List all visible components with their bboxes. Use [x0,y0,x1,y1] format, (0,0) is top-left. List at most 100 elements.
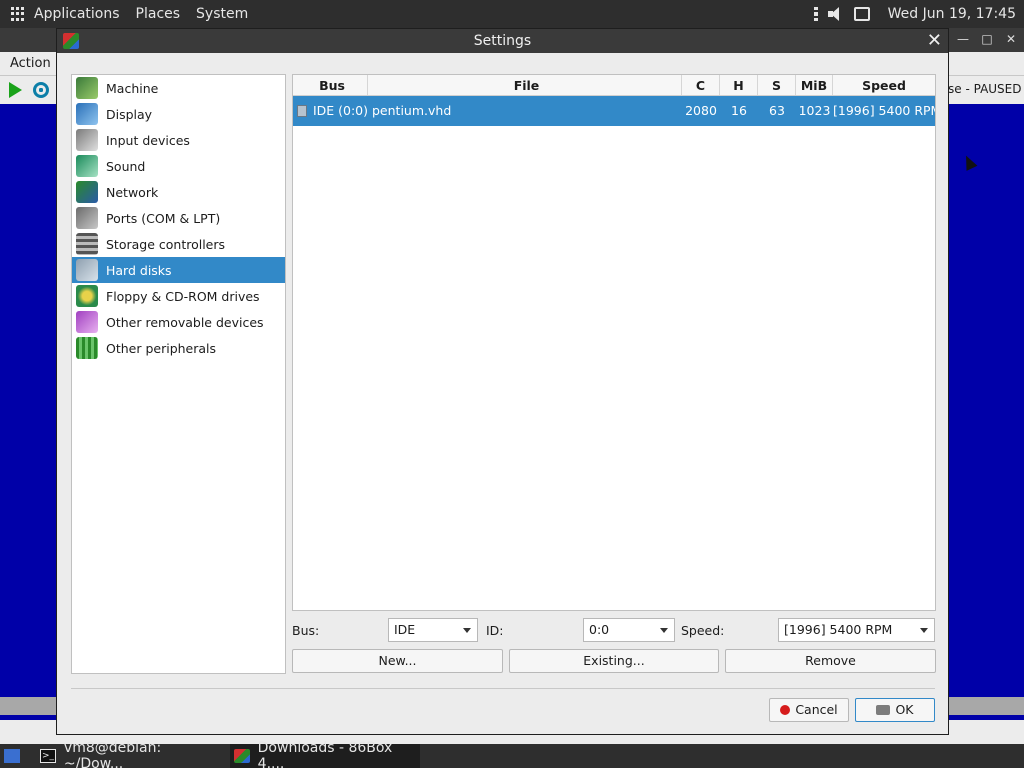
category-ports[interactable]: Ports (COM & LPT) [72,205,285,231]
cell-s: 63 [769,103,785,118]
hard-disk-icon [297,105,307,117]
table-row[interactable]: IDE (0:0) pentium.vhd 2080 16 63 1023 [1… [293,96,935,126]
mouse-pointer-icon [960,153,978,171]
peripherals-icon [76,337,98,359]
menu-applications[interactable]: Applications [34,6,120,22]
86box-icon [234,749,250,763]
category-label: Network [106,184,159,200]
show-desktop-button[interactable] [4,744,28,768]
category-floppy-cdrom[interactable]: Floppy & CD-ROM drives [72,283,285,309]
storage-icon [76,233,98,255]
cancel-icon [780,705,791,715]
speed-select-value: [1996] 5400 RPM [784,622,893,637]
ports-icon [76,207,98,229]
window-status-text: se - PAUSED [948,82,1022,96]
speed-label: Speed: [681,622,725,638]
speed-select[interactable]: [1996] 5400 RPM [778,618,935,642]
hard-disk-table[interactable]: Bus File C H S MiB Speed IDE (0:0) penti… [292,74,978,611]
column-header-bus[interactable]: Bus [293,75,368,95]
id-label: ID: [486,622,504,638]
taskbar-item-terminal[interactable]: >_ vm8@debian: ~/Dow... [40,740,224,768]
column-header-h[interactable]: H [720,75,758,95]
column-header-c[interactable]: C [682,75,720,95]
cancel-label: Cancel [795,702,838,717]
taskbar-item-label: vm8@debian: ~/Dow... [63,740,162,768]
minimize-icon[interactable]: — [954,32,972,48]
apps-grid-icon[interactable] [11,7,25,21]
terminal-icon: >_ [40,749,56,763]
dialog-titlebar: Settings ✕ [57,29,948,53]
close-icon[interactable]: ✕ [927,29,942,53]
display-tray-icon[interactable] [853,7,870,21]
floppy-cdrom-icon [76,285,98,307]
column-header-mib[interactable]: MiB [796,75,833,95]
display-icon [76,103,98,125]
network-icon [76,181,98,203]
menu-action[interactable]: Action [10,56,51,71]
sound-icon [76,155,98,177]
cancel-button[interactable]: Cancel [769,698,849,722]
id-select-value: 0:0 [589,622,610,637]
chevron-down-icon [920,628,928,633]
table-header: Bus File C H S MiB Speed [293,75,935,96]
category-network[interactable]: Network [72,179,285,205]
category-label: Input devices [106,132,190,148]
network-status-icon[interactable] [813,7,820,21]
cell-speed: [1996] 5400 RPM [833,103,935,118]
category-label: Floppy & CD-ROM drives [106,288,260,304]
category-label: Other peripherals [106,340,217,356]
reset-icon[interactable] [33,82,49,98]
play-icon[interactable] [9,82,22,98]
desktop-icon [4,749,20,763]
category-sound[interactable]: Sound [72,153,285,179]
ok-icon [876,705,891,715]
bus-select[interactable]: IDE [388,618,478,642]
menu-system[interactable]: System [196,6,248,22]
86box-icon [63,33,79,49]
menu-places[interactable]: Places [136,6,181,22]
cell-c: 2080 [685,103,717,118]
category-hard-disks[interactable]: Hard disks [72,257,285,283]
cell-bus-text: IDE (0:0) [312,103,368,118]
category-machine[interactable]: Machine [72,75,285,101]
ok-label: OK [895,702,914,717]
cell-h: 16 [731,103,747,118]
volume-icon[interactable] [827,6,846,22]
column-header-s[interactable]: S [758,75,796,95]
remove-button[interactable]: Remove [725,649,936,673]
category-storage-controllers[interactable]: Storage controllers [72,231,285,257]
category-input-devices[interactable]: Input devices [72,127,285,153]
window-close-icon[interactable]: ✕ [1002,32,1020,48]
hard-disk-icon [76,259,98,281]
input-devices-icon [76,129,98,151]
taskbar-item-86box[interactable]: Downloads - 86Box 4.... [230,740,420,768]
category-list: Machine Display Input devices Sound Netw… [71,74,286,674]
taskbar-item-label: Downloads - 86Box 4.... [257,740,393,768]
top-panel: Applications Places System Wed Jun 19, 1… [0,0,1024,28]
category-label: Machine [106,80,159,96]
category-label: Ports (COM & LPT) [106,210,221,226]
clock[interactable]: Wed Jun 19, 17:45 [888,6,1016,22]
column-header-speed[interactable]: Speed [833,75,935,95]
ok-button[interactable]: OK [855,698,935,722]
system-tray: Wed Jun 19, 17:45 [813,0,1016,28]
removable-icon [76,311,98,333]
cell-bus: IDE (0:0) [293,96,368,126]
taskbar: >_ vm8@debian: ~/Dow... Downloads - 86Bo… [0,740,1024,768]
machine-icon [76,77,98,99]
id-select[interactable]: 0:0 [583,618,675,642]
divider [71,688,935,689]
bus-select-value: IDE [394,622,416,637]
new-button[interactable]: New... [292,649,503,673]
existing-button[interactable]: Existing... [509,649,719,673]
category-display[interactable]: Display [72,101,285,127]
settings-dialog: Settings ✕ Machine Display Input devices… [56,28,978,735]
category-other-peripherals[interactable]: Other peripherals [72,335,285,361]
category-other-removable[interactable]: Other removable devices [72,309,285,335]
cell-mib: 1023 [798,103,831,118]
category-label: Other removable devices [106,314,264,330]
chevron-down-icon [660,628,668,633]
maximize-icon[interactable]: □ [978,32,996,48]
column-header-file[interactable]: File [368,75,682,95]
chevron-down-icon [463,628,471,633]
